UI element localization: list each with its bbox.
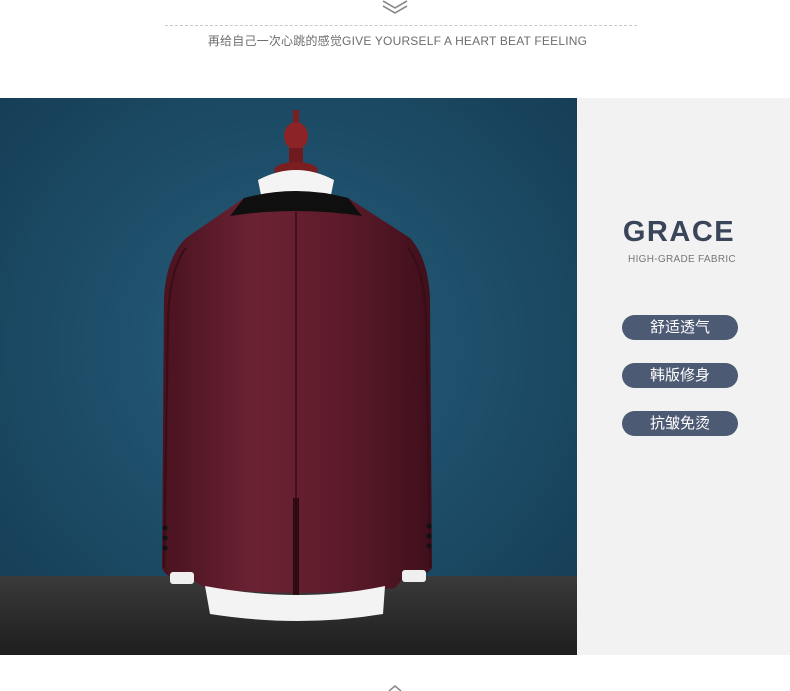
tagline: 再给自己一次心跳的感觉GIVE YOURSELF A HEART BEAT FE… (207, 34, 588, 48)
product-photo (0, 98, 577, 655)
header-divider (165, 25, 637, 26)
chevron-up-icon (388, 685, 402, 691)
feature-pill-breathable: 舒适透气 (622, 315, 738, 340)
feature-pill-slim-fit: 韩版修身 (622, 363, 738, 388)
back-vent (293, 498, 299, 596)
left-cuff (170, 572, 194, 584)
feature-pill-wrinkle-free: 抗皱免烫 (622, 411, 738, 436)
panel-title: GRACE (622, 216, 736, 248)
panel-subtitle: HIGH-GRADE FABRIC (628, 254, 736, 265)
feature-panel: GRACE HIGH-GRADE FABRIC 舒适透气 韩版修身 抗皱免烫 (577, 98, 790, 655)
right-cuff (402, 570, 426, 582)
layers-chevron-icon (382, 0, 408, 14)
